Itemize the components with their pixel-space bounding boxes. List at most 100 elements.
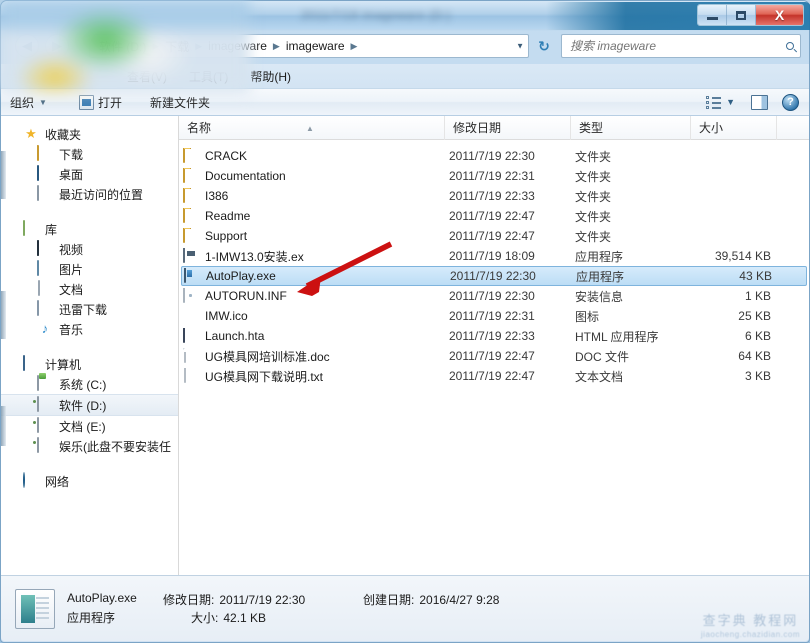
menu-item-help[interactable]: 帮助(H) bbox=[250, 68, 291, 85]
navigation-pane: ★ 收藏夹 下载 桌面 最近访问的位置 库 视频 图片 文档 迅雷下载 ♪ 音乐… bbox=[1, 116, 179, 575]
system-drive-icon bbox=[37, 375, 53, 392]
column-header-type[interactable]: 类型 bbox=[571, 116, 691, 140]
sidebar-item-thunder-download[interactable]: 迅雷下载 bbox=[1, 299, 178, 319]
file-type-cell: 文件夹 bbox=[575, 169, 612, 184]
details-pane: AutoPlay.exe 应用程序 修改日期: 2011/7/19 22:30 … bbox=[1, 575, 809, 641]
file-date-cell: 2011/7/19 22:33 bbox=[449, 189, 535, 203]
file-type-cell: 文件夹 bbox=[575, 229, 612, 244]
refresh-button[interactable]: ↻ bbox=[533, 34, 555, 58]
table-row[interactable]: CRACK 2011/7/19 22:30 文件夹 bbox=[179, 146, 809, 166]
file-date-cell: 2011/7/19 22:47 bbox=[449, 229, 535, 243]
sidebar-divider bbox=[1, 341, 178, 354]
maximize-button[interactable] bbox=[727, 5, 756, 25]
sidebar-item-desktop[interactable]: 桌面 bbox=[1, 164, 178, 184]
file-size-cell: 25 KB bbox=[738, 309, 771, 323]
menu-item-view[interactable]: 查看(V) bbox=[127, 68, 167, 85]
search-input[interactable] bbox=[568, 38, 778, 54]
organize-button[interactable]: 组织 ▼ bbox=[1, 91, 56, 113]
help-icon[interactable]: ? bbox=[782, 93, 799, 111]
table-row-selected[interactable]: AutoPlay.exe 2011/7/19 22:30 应用程序 43 KB bbox=[181, 266, 807, 286]
folder-icon bbox=[183, 188, 199, 204]
table-row[interactable]: 1-IMW13.0安装.ex 2011/7/19 18:09 应用程序 39,5… bbox=[179, 246, 809, 266]
sidebar-item-pictures[interactable]: 图片 bbox=[1, 259, 178, 279]
sidebar-label: 网络 bbox=[45, 474, 70, 489]
search-icon[interactable] bbox=[778, 37, 796, 55]
sidebar-item-videos[interactable]: 视频 bbox=[1, 239, 178, 259]
sidebar-item-libraries[interactable]: 库 bbox=[1, 219, 178, 239]
search-box[interactable] bbox=[561, 34, 801, 58]
drive-icon bbox=[37, 417, 53, 434]
sidebar-item-documents[interactable]: 文档 bbox=[1, 279, 178, 299]
preview-pane-icon[interactable] bbox=[751, 94, 768, 110]
change-view-icon[interactable] bbox=[706, 95, 722, 109]
details-file-type: 应用程序 bbox=[67, 610, 116, 625]
column-header-name[interactable]: 名称 ▲ bbox=[179, 116, 445, 140]
sidebar-label: 收藏夹 bbox=[45, 127, 82, 142]
sort-ascending-icon: ▲ bbox=[306, 123, 314, 133]
sidebar-label: 计算机 bbox=[45, 357, 82, 372]
sidebar-group-favorites: ★ 收藏夹 下载 桌面 最近访问的位置 bbox=[1, 124, 178, 204]
close-button[interactable]: X bbox=[756, 5, 803, 25]
table-row[interactable]: Launch.hta 2011/7/19 22:33 HTML 应用程序 6 K… bbox=[179, 326, 809, 346]
table-row[interactable]: Documentation 2011/7/19 22:31 文件夹 bbox=[179, 166, 809, 186]
sidebar-item-computer[interactable]: 计算机 bbox=[1, 354, 178, 374]
minimize-button[interactable] bbox=[698, 5, 727, 25]
table-row[interactable]: IMW.ico 2011/7/19 22:31 图标 25 KB bbox=[179, 306, 809, 326]
table-row[interactable]: UG模具网下载说明.txt 2011/7/19 22:47 文本文档 3 KB bbox=[179, 366, 809, 386]
file-name-cell: 1-IMW13.0安装.ex bbox=[183, 247, 449, 265]
explorer-body: ★ 收藏夹 下载 桌面 最近访问的位置 库 视频 图片 文档 迅雷下载 ♪ 音乐… bbox=[1, 116, 809, 575]
new-folder-button[interactable]: 新建文件夹 bbox=[141, 91, 219, 113]
sidebar-label: 图片 bbox=[59, 262, 84, 277]
details-size-label: 大小: bbox=[191, 610, 219, 625]
sidebar-item-drive-c[interactable]: 系统 (C:) bbox=[1, 374, 178, 394]
sidebar-group-network: 网络 bbox=[1, 471, 178, 491]
details-created-label: 创建日期: bbox=[363, 592, 415, 607]
column-header-size[interactable]: 大小 bbox=[691, 116, 777, 140]
table-row[interactable]: I386 2011/7/19 22:33 文件夹 bbox=[179, 186, 809, 206]
file-name-cell: Readme bbox=[183, 208, 449, 224]
chevron-down-icon[interactable]: ▼ bbox=[726, 97, 735, 107]
sidebar-scrollbar[interactable] bbox=[1, 116, 6, 575]
chevron-right-icon: ▶ bbox=[152, 40, 160, 51]
back-button[interactable]: ◀ bbox=[15, 34, 39, 58]
file-type-cell: DOC 文件 bbox=[575, 349, 630, 364]
table-row[interactable]: AUTORUN.INF 2011/7/19 22:30 安装信息 1 KB bbox=[179, 286, 809, 306]
title-bar[interactable]: 2011/7/19 imageware (D:) X bbox=[1, 1, 810, 30]
explorer-window: 2011/7/19 imageware (D:) X ◀ ▶ 软件 (D:) ▶… bbox=[0, 0, 810, 643]
chevron-right-icon: ▶ bbox=[272, 40, 280, 51]
open-button[interactable]: 打开 bbox=[70, 91, 131, 113]
file-name-label: UG模具网培训标准.doc bbox=[205, 349, 330, 364]
sidebar-item-downloads[interactable]: 下载 bbox=[1, 144, 178, 164]
column-header-date[interactable]: 修改日期 bbox=[445, 116, 571, 140]
table-row[interactable]: Support 2011/7/19 22:47 文件夹 bbox=[179, 226, 809, 246]
sidebar-item-network[interactable]: 网络 bbox=[1, 471, 178, 491]
file-date-cell: 2011/7/19 22:47 bbox=[449, 369, 535, 383]
file-name-label: CRACK bbox=[205, 149, 248, 163]
file-date-cell: 2011/7/19 22:31 bbox=[449, 309, 535, 323]
sidebar-item-favorites[interactable]: ★ 收藏夹 bbox=[1, 124, 178, 144]
file-name-cell: UG模具网下载说明.txt bbox=[183, 367, 449, 385]
breadcrumb-item-imageware-1[interactable]: imageware bbox=[205, 38, 270, 54]
breadcrumb-item-imageware-2[interactable]: imageware bbox=[283, 38, 348, 54]
file-type-cell: 文本文档 bbox=[575, 369, 624, 384]
video-icon bbox=[37, 240, 53, 257]
menu-item-tools[interactable]: 工具(T) bbox=[189, 68, 228, 85]
sidebar-item-music[interactable]: ♪ 音乐 bbox=[1, 319, 178, 339]
sidebar-item-drive-entertainment[interactable]: 娱乐(此盘不要安装任 bbox=[1, 436, 178, 456]
sidebar-label: 迅雷下载 bbox=[59, 302, 108, 317]
sidebar-item-drive-d[interactable]: 软件 (D:) bbox=[1, 394, 178, 416]
sidebar-label: 音乐 bbox=[59, 322, 84, 337]
sidebar-item-recent-places[interactable]: 最近访问的位置 bbox=[1, 184, 178, 204]
file-name-cell: CRACK bbox=[183, 148, 449, 164]
file-name-label: Documentation bbox=[205, 169, 286, 183]
table-row[interactable]: Readme 2011/7/19 22:47 文件夹 bbox=[179, 206, 809, 226]
table-row[interactable]: UG模具网培训标准.doc 2011/7/19 22:47 DOC 文件 64 … bbox=[179, 346, 809, 366]
chevron-down-icon[interactable]: ▼ bbox=[516, 42, 524, 51]
network-icon bbox=[23, 472, 39, 489]
breadcrumb-item-downloads[interactable]: 下载 bbox=[162, 37, 192, 56]
file-type-cell: 安装信息 bbox=[575, 289, 624, 304]
forward-button[interactable]: ▶ bbox=[45, 34, 69, 58]
sidebar-item-drive-e[interactable]: 文档 (E:) bbox=[1, 416, 178, 436]
breadcrumb-item-drive[interactable]: 软件 (D:) bbox=[96, 37, 149, 56]
address-bar[interactable]: 软件 (D:) ▶ 下载 ▶ imageware ▶ imageware ▶ ▼ bbox=[89, 34, 529, 58]
